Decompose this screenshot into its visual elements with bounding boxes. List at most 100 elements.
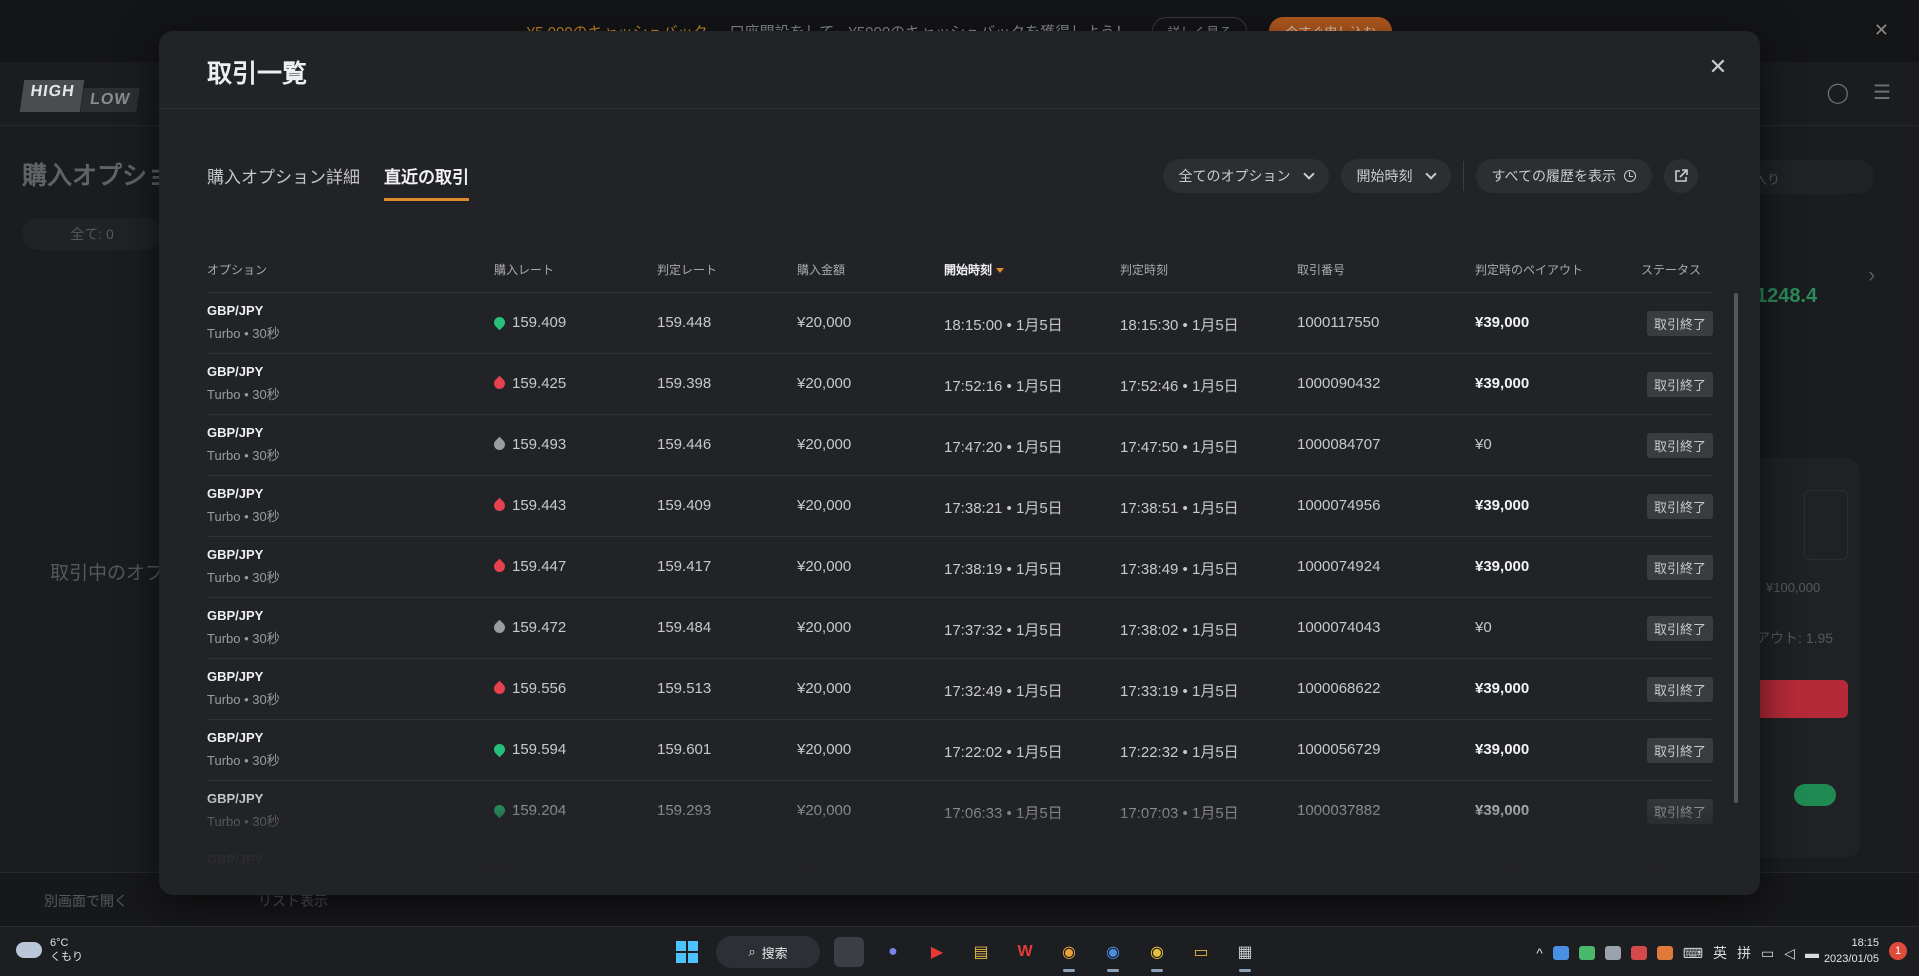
sort-dropdown[interactable]: 開始時刻 xyxy=(1340,159,1451,193)
option-cell: GBP/JPY Turbo • 30秒 xyxy=(207,303,280,342)
logo-low: LOW xyxy=(80,88,141,112)
volume-icon[interactable]: ◁ xyxy=(1784,945,1795,962)
option-type: Turbo • 30秒 xyxy=(207,448,280,463)
payout: ¥39,000 xyxy=(1475,375,1530,392)
menu-icon[interactable]: ☰ xyxy=(1873,80,1891,105)
trade-id: 1000018985 xyxy=(1297,863,1381,873)
tray-app-icon[interactable] xyxy=(1578,946,1595,960)
col-start-time[interactable]: 開始時刻 xyxy=(944,261,1005,278)
amount-stepper[interactable] xyxy=(1804,490,1848,560)
table-row[interactable]: GBP/JPY Turbo • 30秒 159.204 159.293 ¥20,000 1… xyxy=(207,781,1713,842)
start-time: 17:37:32 • 1月5日 xyxy=(944,622,1063,639)
payout: ¥39,000 xyxy=(1475,558,1530,575)
steam-icon[interactable] xyxy=(1604,946,1621,960)
table-row[interactable]: GBP/JPY Turbo • 30秒 159.425 159.398 ¥20,000 1… xyxy=(207,354,1713,415)
col-end-time: 判定時刻 xyxy=(1120,263,1169,277)
tab-purchased-options[interactable]: 購入オプション詳細 xyxy=(207,163,360,201)
option-pair: GBP/JPY xyxy=(207,852,264,867)
start-time: 17:32:49 • 1月5日 xyxy=(944,683,1063,700)
table-row[interactable]: GBP/JPY Turbo • 30秒 159.472 159.484 ¥20,000 1… xyxy=(207,598,1713,659)
buy-rate-cell: 159.594 xyxy=(491,741,566,758)
table-row[interactable]: GBP/JPY Turbo • 30秒 159.409 159.448 ¥20,000 1… xyxy=(207,293,1713,354)
chrome-icon[interactable]: ◉ xyxy=(1054,937,1084,972)
option-pair: GBP/JPY xyxy=(207,730,264,745)
banner-close-icon[interactable]: ✕ xyxy=(1874,20,1889,41)
notepad-icon[interactable]: ▤ xyxy=(966,937,996,967)
high-direction-icon xyxy=(491,314,508,331)
tray-app-icon[interactable] xyxy=(1656,946,1673,960)
table-row[interactable]: GBP/JPY Turbo • 30秒 159.493 159.446 ¥20,000 1… xyxy=(207,415,1713,476)
weather-widget[interactable]: 6°C くもり xyxy=(16,936,83,964)
chrome-icon[interactable]: ◉ xyxy=(1098,937,1128,972)
col-status: ステータス xyxy=(1641,263,1702,277)
divider xyxy=(1462,161,1464,191)
taskbar-search[interactable]: ⌕ 搜索 xyxy=(716,936,820,968)
payout: ¥39,000 xyxy=(1475,802,1530,819)
status-badge: 取引終了 xyxy=(1646,860,1713,873)
notification-badge[interactable]: 1 xyxy=(1889,942,1907,960)
highlow-logo[interactable]: HIGH LOW xyxy=(19,80,141,112)
toggle-switch[interactable] xyxy=(1794,784,1836,806)
sort-label: 開始時刻 xyxy=(1356,168,1413,184)
table-row[interactable]: GBP/JPY Turbo • 30秒 159.556 159.513 ¥20,000 1… xyxy=(207,659,1713,720)
clock-time: 18:15 xyxy=(1851,937,1879,949)
page-title: 購入オプショ xyxy=(22,162,173,190)
buy-rate: 159.425 xyxy=(512,375,567,392)
clock[interactable]: 18:15 2023/01/05 xyxy=(1824,935,1879,967)
buy-rate-cell: 159.425 xyxy=(491,375,567,392)
table-row[interactable]: GBP/JPY Turbo • 30秒 159.594 159.601 ¥20,000 1… xyxy=(207,720,1713,781)
end-time: 17:07:03 • 1月5日 xyxy=(1120,805,1239,822)
buy-rate-cell: 159.204 xyxy=(491,802,567,819)
payout: ¥39,000 xyxy=(1475,863,1530,873)
collapse-button[interactable] xyxy=(1838,160,1874,194)
chrome-icon[interactable]: ◉ xyxy=(1142,937,1172,972)
tray-app-icon[interactable] xyxy=(1552,946,1569,960)
buy-rate: 159.204 xyxy=(512,802,567,819)
tray-app-icon[interactable] xyxy=(1630,946,1647,960)
chevron-up-icon[interactable]: ^ xyxy=(1536,945,1543,961)
location-icon[interactable]: ◯ xyxy=(1827,80,1849,105)
buy-rate-cell: 159.556 xyxy=(491,680,566,697)
status-badge: 取引終了 xyxy=(1646,799,1713,824)
ime-input[interactable]: 拼 xyxy=(1737,943,1751,963)
taskbar-apps: ⌕ 搜索 ● ▶ ▤ W ◉ ◉ ◉ ▭ ▦ xyxy=(672,936,1260,972)
judge-rate: 159.409 xyxy=(657,497,712,514)
payout: ¥0 xyxy=(1475,436,1492,453)
table-row[interactable]: GBP/JPY Turbo • 30秒 159.447 159.417 ¥20,000 1… xyxy=(207,537,1713,598)
table-row[interactable]: GBP/JPY 159.092 159.076 ¥20,000 16:51:21 • 1… xyxy=(207,842,1713,873)
purchase-amount: ¥20,000 xyxy=(797,314,852,331)
buy-rate-cell: 159.472 xyxy=(491,619,566,636)
wps-icon[interactable]: W xyxy=(1010,937,1040,967)
status-badge: 取引終了 xyxy=(1646,677,1713,702)
battery-icon[interactable]: ▬ xyxy=(1805,945,1819,961)
tab-recent-trades[interactable]: 直近の取引 xyxy=(384,163,469,201)
file-explorer-icon[interactable]: ▭ xyxy=(1186,937,1216,967)
amount-preset[interactable]: ¥100,000 xyxy=(1766,580,1820,595)
filter-dropdown[interactable]: 全て: 0 xyxy=(22,218,162,250)
table-row[interactable]: GBP/JPY Turbo • 30秒 159.443 159.409 ¥20,000 1… xyxy=(207,476,1713,537)
end-time: 17:38:51 • 1月5日 xyxy=(1120,500,1239,517)
temperature: 6°C xyxy=(50,937,69,949)
show-history-button[interactable]: すべての履歴を表示 xyxy=(1475,159,1652,193)
scrollbar[interactable] xyxy=(1734,293,1738,803)
trading-app-icon[interactable]: ▦ xyxy=(1230,937,1260,972)
col-buy-rate: 購入レート xyxy=(494,263,555,277)
video-app-icon[interactable]: ▶ xyxy=(922,937,952,967)
ime-mode[interactable]: 英 xyxy=(1713,943,1727,963)
clock-icon xyxy=(1624,170,1636,182)
open-external-button[interactable] xyxy=(1664,159,1698,193)
open-window-link[interactable]: 別画面で開く xyxy=(44,891,128,911)
start-button[interactable] xyxy=(672,937,702,967)
start-time: 16:51:21 • 1月5日 xyxy=(944,863,1063,873)
buy-rate-cell: 159.447 xyxy=(491,558,566,575)
chevron-right-icon[interactable]: › xyxy=(1868,262,1875,288)
network-icon[interactable]: ▭ xyxy=(1761,945,1774,962)
chat-icon[interactable]: ● xyxy=(878,937,908,967)
options-filter-dropdown[interactable]: 全てのオプション xyxy=(1162,159,1329,193)
end-time: 17:38:49 • 1月5日 xyxy=(1120,561,1239,578)
close-icon[interactable]: ✕ xyxy=(1706,55,1730,79)
start-time: 17:38:19 • 1月5日 xyxy=(944,561,1063,578)
task-view-icon[interactable] xyxy=(834,937,864,967)
keyboard-icon[interactable]: ⌨ xyxy=(1683,945,1703,962)
status-badge: 取引終了 xyxy=(1646,738,1713,763)
